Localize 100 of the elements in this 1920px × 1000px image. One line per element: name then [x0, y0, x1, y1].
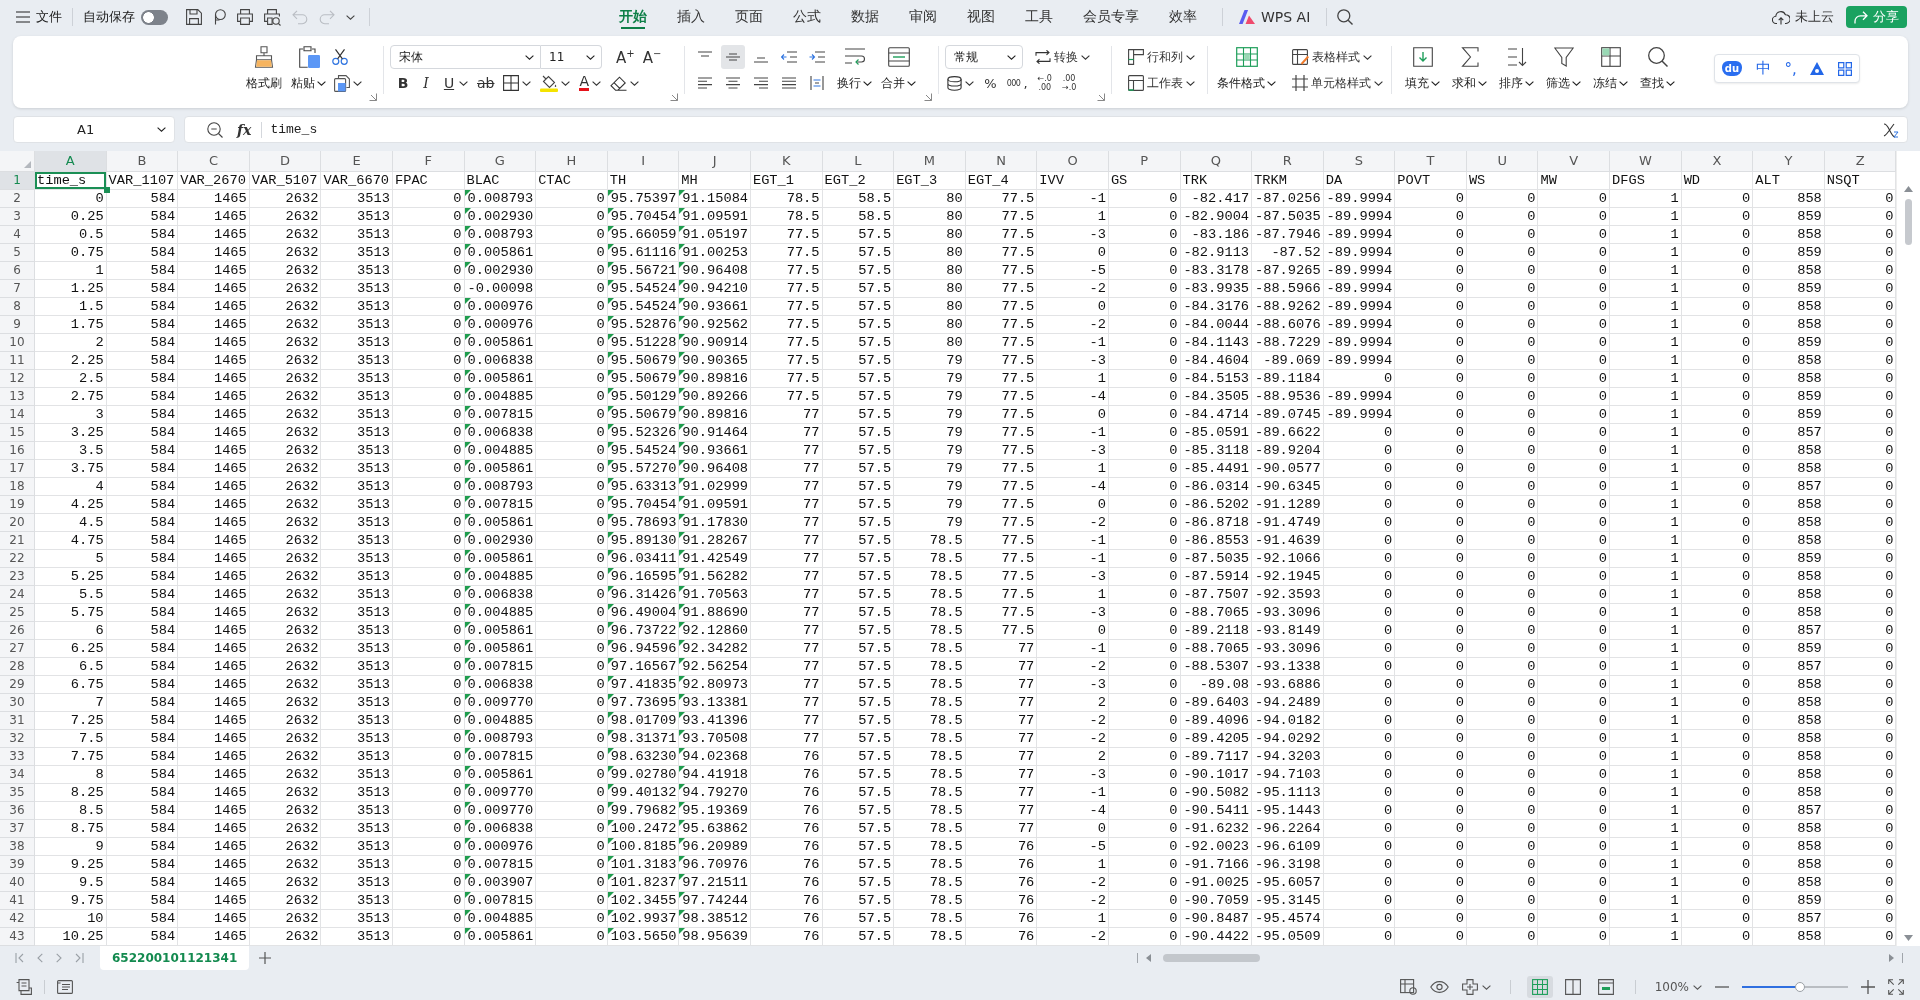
- row-header[interactable]: 38: [0, 838, 35, 856]
- column-header[interactable]: S: [1323, 151, 1396, 172]
- column-header[interactable]: H: [536, 151, 608, 172]
- punctuation-toggle[interactable]: °,: [1784, 59, 1797, 78]
- column-header[interactable]: C: [178, 151, 250, 172]
- bold-button[interactable]: B: [394, 71, 412, 95]
- fill-handle[interactable]: [103, 187, 110, 193]
- italic-button[interactable]: I: [417, 71, 435, 95]
- row-header[interactable]: 33: [0, 748, 35, 766]
- name-box[interactable]: A1: [13, 116, 175, 143]
- file-menu-button[interactable]: 文件: [16, 4, 62, 30]
- font-color-button[interactable]: A: [577, 71, 604, 95]
- row-header[interactable]: 43: [0, 928, 35, 946]
- row-header[interactable]: 15: [0, 424, 35, 442]
- chevron-right-icon[interactable]: [56, 953, 62, 963]
- column-header[interactable]: I: [607, 151, 680, 172]
- column-header[interactable]: R: [1252, 151, 1324, 172]
- row-header[interactable]: 21: [0, 532, 35, 550]
- increase-decimal-button[interactable]: ←.0 .00: [1035, 74, 1054, 92]
- underline-button[interactable]: U: [440, 71, 470, 95]
- column-header[interactable]: E: [321, 151, 393, 172]
- column-header[interactable]: M: [894, 151, 966, 172]
- row-header[interactable]: 12: [0, 370, 35, 388]
- sort-button[interactable]: 排序: [1496, 44, 1538, 108]
- find-button[interactable]: 查找: [1637, 44, 1679, 108]
- column-header[interactable]: V: [1538, 151, 1611, 172]
- row-header[interactable]: 35: [0, 784, 35, 802]
- column-header[interactable]: B: [106, 151, 179, 172]
- down-arrow-icon[interactable]: [1903, 935, 1913, 941]
- split-handle[interactable]: [1902, 953, 1903, 963]
- input-mode-toggle[interactable]: 中: [1755, 59, 1771, 78]
- corner-arrow-icon[interactable]: [670, 93, 679, 101]
- ribbon-tab[interactable]: 数据: [836, 0, 894, 34]
- script-icon[interactable]: [16, 979, 32, 995]
- row-header[interactable]: 31: [0, 712, 35, 730]
- column-header[interactable]: O: [1037, 151, 1109, 172]
- conditional-format-button[interactable]: 条件格式: [1214, 44, 1280, 108]
- ribbon-tab[interactable]: 插入: [662, 0, 720, 34]
- eye-icon[interactable]: [1429, 981, 1449, 993]
- row-header[interactable]: 36: [0, 802, 35, 820]
- zoom-out-icon[interactable]: [207, 121, 223, 138]
- freeze-button[interactable]: 冻结: [1590, 44, 1632, 108]
- ribbon-tab[interactable]: 会员专享: [1068, 0, 1154, 34]
- row-header[interactable]: 5: [0, 244, 35, 262]
- column-header[interactable]: N: [965, 151, 1038, 172]
- save-icon[interactable]: [186, 9, 202, 25]
- row-header[interactable]: 41: [0, 892, 35, 910]
- slider-thumb[interactable]: [1795, 982, 1805, 992]
- sum-button[interactable]: 求和: [1449, 44, 1491, 108]
- row-header[interactable]: 25: [0, 604, 35, 622]
- increase-font-button[interactable]: A$^{+}$: [612, 47, 639, 67]
- search-icon[interactable]: [1337, 9, 1354, 25]
- decrease-decimal-button[interactable]: .00 →.0: [1059, 74, 1079, 92]
- column-header[interactable]: D: [249, 151, 322, 172]
- row-header[interactable]: 2: [0, 190, 35, 208]
- paste-button[interactable]: 粘贴: [288, 44, 329, 108]
- row-header[interactable]: 9: [0, 316, 35, 334]
- row-header[interactable]: 28: [0, 658, 35, 676]
- plus-icon[interactable]: [259, 952, 272, 964]
- table-style-button[interactable]: 表格样式: [1290, 45, 1386, 69]
- percent-button[interactable]: %: [982, 71, 999, 95]
- list-icon[interactable]: [57, 980, 73, 994]
- crosshair-button[interactable]: [1461, 979, 1491, 995]
- up-arrow-icon[interactable]: [1903, 186, 1913, 192]
- row-header[interactable]: 37: [0, 820, 35, 838]
- row-header[interactable]: 39: [0, 856, 35, 874]
- row-header[interactable]: 23: [0, 568, 35, 586]
- column-header[interactable]: W: [1610, 151, 1682, 172]
- zoom-level-dropdown[interactable]: 100%: [1654, 980, 1702, 994]
- formula-input[interactable]: time_s: [270, 122, 1869, 137]
- print-icon[interactable]: [237, 9, 253, 25]
- row-header[interactable]: 20: [0, 514, 35, 532]
- row-header[interactable]: 42: [0, 910, 35, 928]
- table-settings-icon[interactable]: [1399, 979, 1417, 995]
- row-header[interactable]: 18: [0, 478, 35, 496]
- last-page-icon[interactable]: [75, 953, 84, 963]
- row-header[interactable]: 8: [0, 298, 35, 316]
- scroll-left-arrow-icon[interactable]: [1146, 954, 1151, 962]
- number-format-dropdown[interactable]: 常规: [945, 45, 1024, 69]
- grid-icon[interactable]: [1838, 61, 1853, 76]
- row-header[interactable]: 34: [0, 766, 35, 784]
- column-header[interactable]: J: [679, 151, 751, 172]
- row-header[interactable]: 26: [0, 622, 35, 640]
- row-header[interactable]: 7: [0, 280, 35, 298]
- cloud-status-button[interactable]: 未上云: [1772, 8, 1834, 26]
- fill-button[interactable]: 填充: [1402, 44, 1444, 108]
- formula-icon[interactable]: [1883, 121, 1899, 138]
- chevron-left-icon[interactable]: [37, 953, 43, 963]
- column-header[interactable]: X: [1681, 151, 1754, 172]
- sheet-tab[interactable]: 652200101121341: [100, 946, 250, 970]
- row-header[interactable]: 4: [0, 226, 35, 244]
- scrollbar-thumb[interactable]: [1163, 954, 1260, 962]
- ribbon-tab[interactable]: 效率: [1154, 0, 1212, 34]
- font-name-dropdown[interactable]: 宋体: [390, 45, 541, 69]
- ribbon-tab[interactable]: 审阅: [894, 0, 952, 34]
- filter-button[interactable]: 筛选: [1543, 44, 1585, 108]
- thousands-separator-button[interactable]: $^{000}$,: [1004, 71, 1030, 95]
- row-header[interactable]: 27: [0, 640, 35, 658]
- row-header[interactable]: 3: [0, 208, 35, 226]
- toggle-switch[interactable]: [141, 9, 168, 25]
